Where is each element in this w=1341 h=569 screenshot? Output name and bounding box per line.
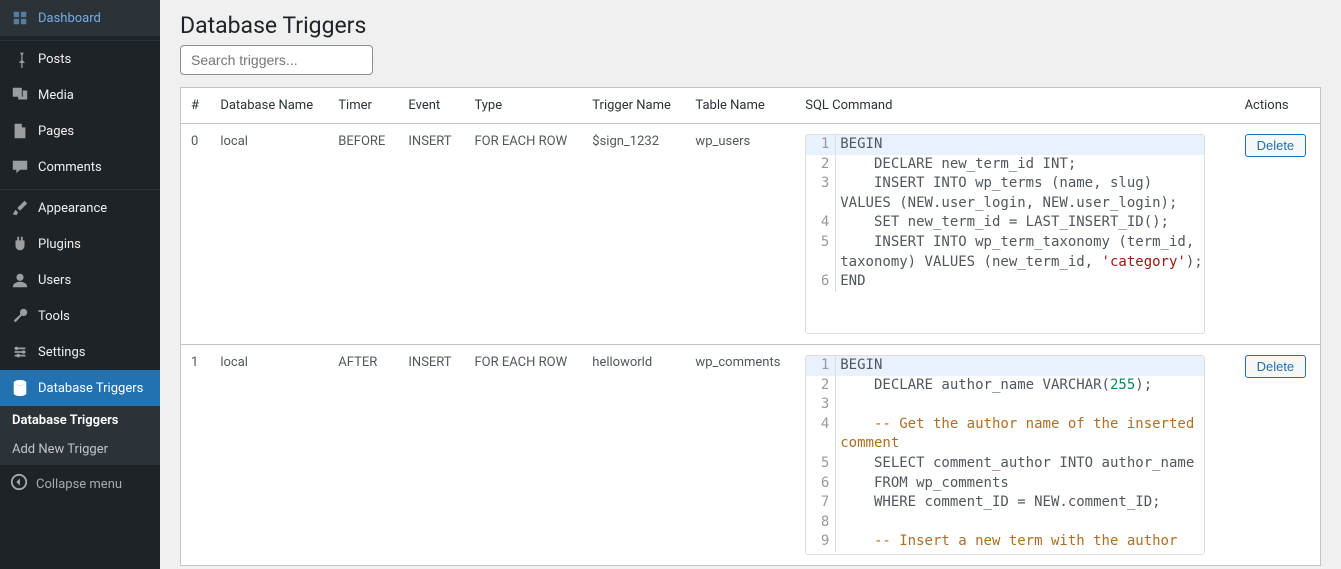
code-editor[interactable]: 1BEGIN2 DECLARE new_term_id INT;3 INSERT… [805, 134, 1205, 334]
cell-table: wp_users [685, 124, 795, 345]
th-timer: Timer [328, 88, 398, 124]
sidebar-item-dashboard[interactable]: Dashboard [0, 0, 160, 36]
cell-table: wp_comments [685, 345, 795, 566]
cell-actions: Delete [1235, 345, 1321, 566]
sidebar-item-database-triggers[interactable]: Database Triggers [0, 370, 160, 406]
sidebar-item-plugins[interactable]: Plugins [0, 226, 160, 262]
collapse-menu[interactable]: Collapse menu [0, 464, 160, 503]
th-sql: SQL Command [795, 88, 1234, 124]
cell-idx: 0 [181, 124, 211, 345]
sidebar-item-pages[interactable]: Pages [0, 113, 160, 149]
delete-button[interactable]: Delete [1245, 134, 1307, 157]
cell-db: local [210, 345, 328, 566]
admin-sidebar: Dashboard Posts Media Pages Comments App… [0, 0, 160, 569]
sidebar-item-media[interactable]: Media [0, 77, 160, 113]
comments-icon [10, 157, 30, 177]
sidebar-item-settings[interactable]: Settings [0, 334, 160, 370]
collapse-icon [10, 473, 28, 495]
cell-actions: Delete [1235, 124, 1321, 345]
th-actions: Actions [1235, 88, 1321, 124]
sidebar-item-label: Posts [38, 52, 71, 67]
sidebar-item-label: Media [38, 88, 74, 103]
pin-icon [10, 49, 30, 69]
subnav-database-triggers[interactable]: Database Triggers [0, 406, 160, 435]
brush-icon [10, 198, 30, 218]
code-editor[interactable]: 1BEGIN2 DECLARE author_name VARCHAR(255)… [805, 355, 1205, 555]
cell-type: FOR EACH ROW [464, 124, 582, 345]
sidebar-subnav: Database Triggers Add New Trigger [0, 406, 160, 464]
collapse-label: Collapse menu [36, 477, 122, 492]
sidebar-item-label: Pages [38, 124, 74, 139]
user-icon [10, 270, 30, 290]
sidebar-item-appearance[interactable]: Appearance [0, 190, 160, 226]
th-table: Table Name [685, 88, 795, 124]
delete-button[interactable]: Delete [1245, 355, 1307, 378]
cell-idx: 1 [181, 345, 211, 566]
cell-event: INSERT [398, 124, 464, 345]
cell-sql: 1BEGIN2 DECLARE author_name VARCHAR(255)… [795, 345, 1234, 566]
subnav-add-new-trigger[interactable]: Add New Trigger [0, 435, 160, 464]
pages-icon [10, 121, 30, 141]
cell-sql: 1BEGIN2 DECLARE new_term_id INT;3 INSERT… [795, 124, 1234, 345]
page-title: Database Triggers [180, 12, 1321, 39]
sidebar-item-label: Settings [38, 345, 85, 360]
sidebar-item-label: Database Triggers [38, 381, 143, 396]
sidebar-item-comments[interactable]: Comments [0, 149, 160, 185]
sidebar-item-label: Tools [38, 309, 70, 324]
search-box [180, 45, 1321, 75]
th-trigger: Trigger Name [582, 88, 685, 124]
main-content: Database Triggers # Database Name Timer … [160, 0, 1341, 569]
cell-timer: AFTER [328, 345, 398, 566]
sidebar-item-tools[interactable]: Tools [0, 298, 160, 334]
th-index: # [181, 88, 211, 124]
th-event: Event [398, 88, 464, 124]
cell-timer: BEFORE [328, 124, 398, 345]
plug-icon [10, 234, 30, 254]
search-input[interactable] [180, 45, 373, 75]
triggers-table: # Database Name Timer Event Type Trigger… [180, 87, 1321, 566]
database-icon [10, 378, 30, 398]
sidebar-item-label: Plugins [38, 237, 81, 252]
cell-type: FOR EACH ROW [464, 345, 582, 566]
sidebar-item-users[interactable]: Users [0, 262, 160, 298]
sidebar-item-posts[interactable]: Posts [0, 41, 160, 77]
sidebar-item-label: Dashboard [38, 11, 101, 26]
sidebar-item-label: Comments [38, 160, 102, 175]
settings-icon [10, 342, 30, 362]
sidebar-item-label: Users [38, 273, 71, 288]
th-db: Database Name [210, 88, 328, 124]
cell-event: INSERT [398, 345, 464, 566]
cell-trigger: $sign_1232 [582, 124, 685, 345]
th-type: Type [464, 88, 582, 124]
sidebar-item-label: Appearance [38, 201, 107, 216]
media-icon [10, 85, 30, 105]
cell-trigger: helloworld [582, 345, 685, 566]
dashboard-icon [10, 8, 30, 28]
table-row: 0localBEFOREINSERTFOR EACH ROW$sign_1232… [181, 124, 1321, 345]
table-row: 1localAFTERINSERTFOR EACH ROWhelloworldw… [181, 345, 1321, 566]
cell-db: local [210, 124, 328, 345]
wrench-icon [10, 306, 30, 326]
